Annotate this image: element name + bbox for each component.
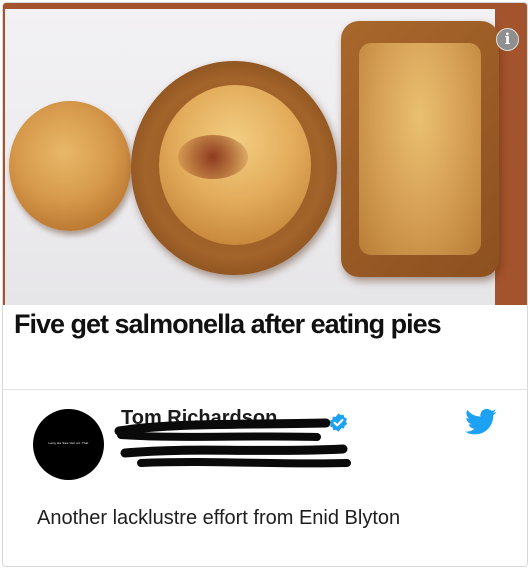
- avatar[interactable]: Lang Ha Swe Hat vnt Yhat: [33, 409, 104, 480]
- small-round-pie: [9, 101, 131, 231]
- tweet-text: Another lacklustre effort from Enid Blyt…: [37, 507, 401, 529]
- medium-pie-filling-spot: [178, 135, 248, 179]
- rectangular-pie-crust: [359, 43, 481, 255]
- twitter-bird-icon[interactable]: [465, 408, 497, 436]
- divider: [3, 389, 527, 390]
- verified-badge-icon: [329, 413, 348, 432]
- article-headline[interactable]: Five get salmonella after eating pies: [14, 309, 514, 340]
- screenshot-frame: i Five get salmonella after eating pies …: [2, 2, 528, 567]
- avatar-text: Lang Ha Swe Hat vnt Yhat: [48, 441, 89, 445]
- article-photo[interactable]: i: [3, 3, 527, 305]
- scribble-redaction: [114, 418, 351, 468]
- info-icon[interactable]: i: [496, 28, 519, 51]
